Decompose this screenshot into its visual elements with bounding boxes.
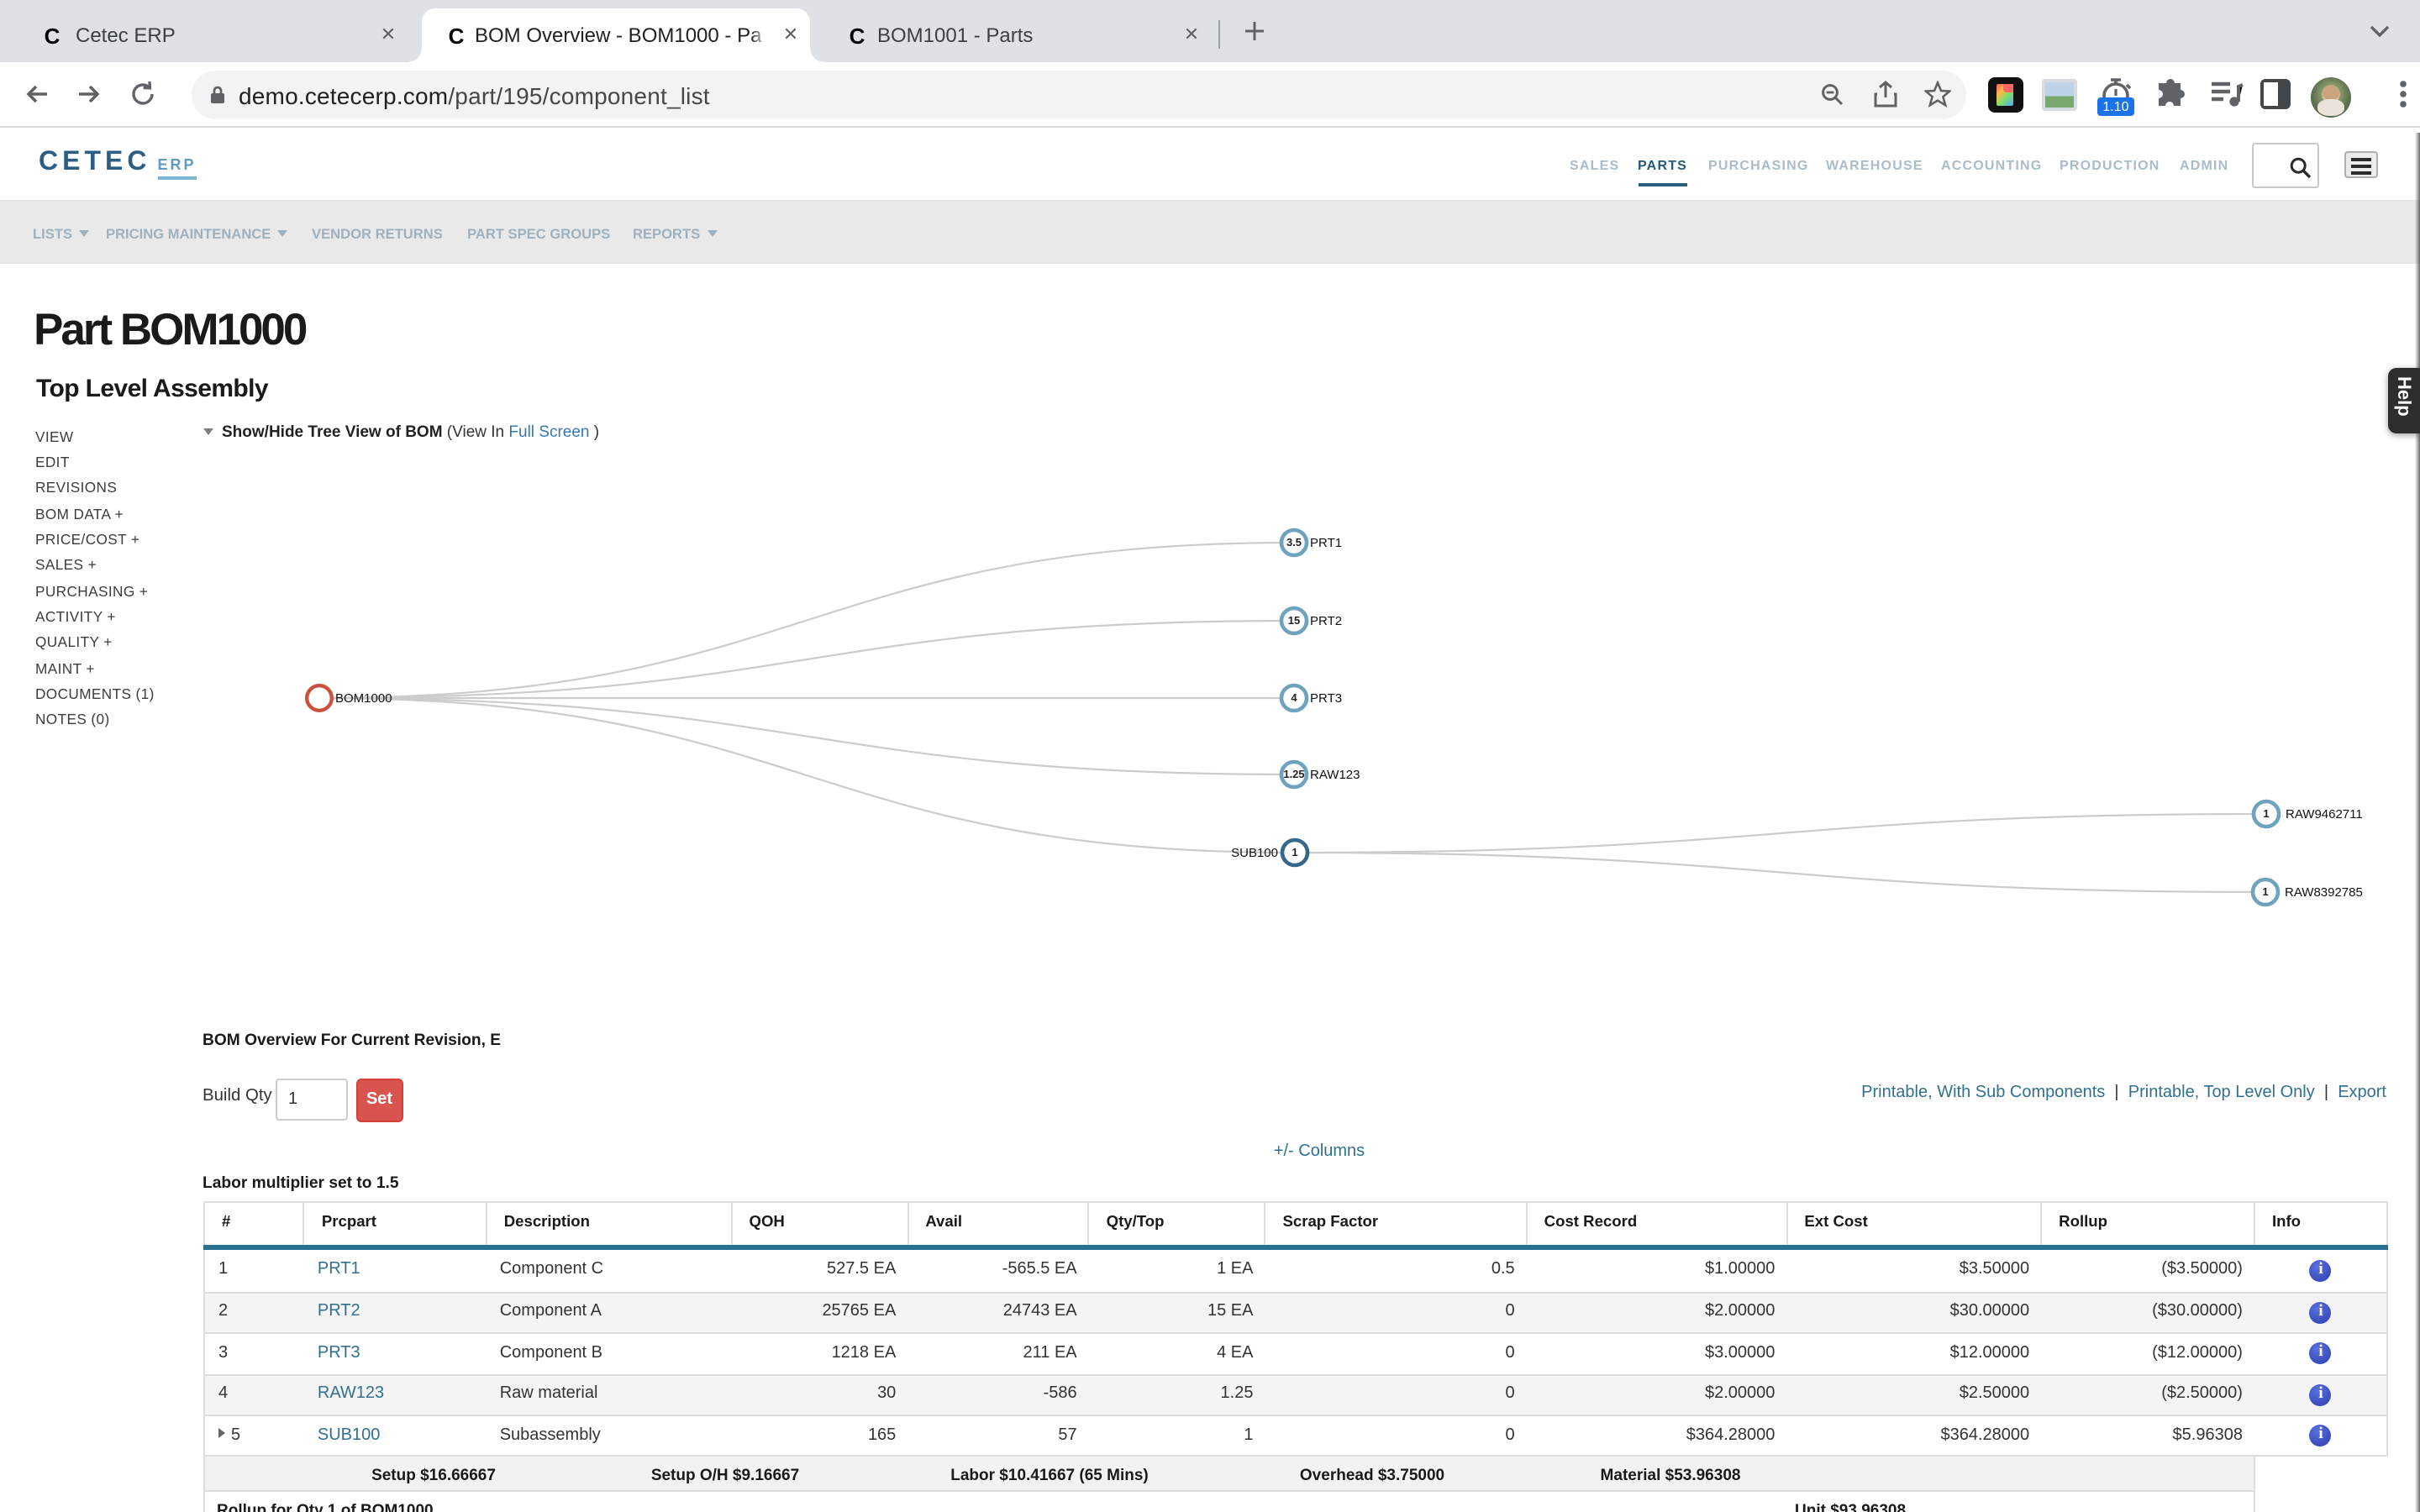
svg-text:PRT3: PRT3	[1310, 691, 1342, 706]
svg-text:1.25: 1.25	[1283, 768, 1304, 780]
svg-text:15: 15	[1288, 614, 1300, 627]
svg-text:RAW123: RAW123	[1310, 768, 1360, 782]
svg-text:1: 1	[1292, 846, 1297, 858]
svg-text:3.5: 3.5	[1286, 536, 1302, 549]
svg-text:4: 4	[1291, 691, 1297, 704]
svg-text:1: 1	[2262, 885, 2268, 898]
svg-text:RAW8392785: RAW8392785	[2285, 885, 2363, 900]
svg-text:SUB100: SUB100	[1231, 846, 1278, 860]
svg-text:RAW9462711: RAW9462711	[2286, 807, 2363, 822]
svg-text:PRT1: PRT1	[1310, 536, 1342, 550]
svg-text:PRT2: PRT2	[1310, 614, 1342, 628]
svg-text:BOM1000: BOM1000	[335, 691, 392, 706]
svg-text:1: 1	[2263, 807, 2269, 820]
